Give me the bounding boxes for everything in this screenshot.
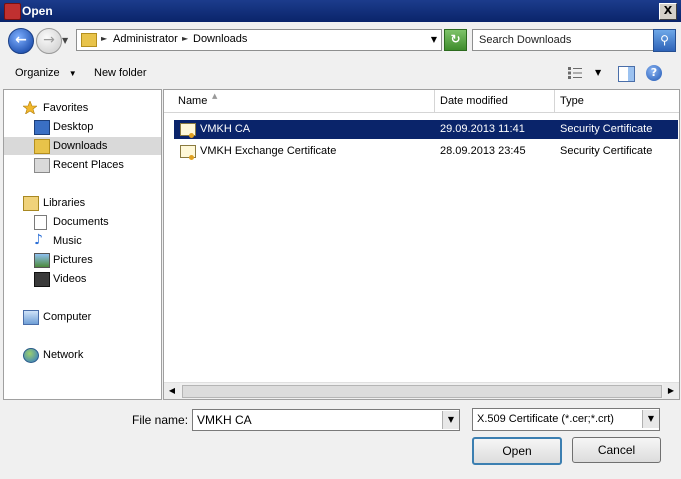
sidebar-item-label: Libraries	[43, 197, 86, 209]
sidebar-item-documents[interactable]: Documents	[4, 213, 161, 231]
file-name-dropdown-icon[interactable]: ▼	[442, 411, 459, 429]
music-icon: ♪	[34, 232, 43, 248]
file-name-label: File name:	[132, 413, 189, 427]
close-button[interactable]: X	[659, 3, 677, 20]
file-list: Name ▲ Date modified Type VMKH CA 29.09.…	[163, 89, 680, 400]
sidebar-item-label: Desktop	[53, 121, 94, 133]
sidebar-item-videos[interactable]: Videos	[4, 270, 161, 288]
sidebar-item-label: Videos	[53, 273, 87, 285]
file-row-vmkh-exchange-certificate[interactable]: VMKH Exchange Certificate 28.09.2013 23:…	[174, 142, 678, 161]
file-name-input[interactable]: VMKH CA ▼	[192, 409, 460, 431]
file-type: Security Certificate	[560, 145, 653, 157]
file-name: VMKH CA	[200, 123, 251, 135]
file-name-value: VMKH CA	[197, 413, 252, 427]
sidebar-item-computer[interactable]: Computer	[4, 308, 161, 326]
sidebar-item-network[interactable]: Network	[4, 346, 161, 364]
recent-places-icon	[34, 158, 50, 173]
app-icon	[4, 3, 21, 20]
sidebar-item-label: Computer	[43, 311, 92, 323]
help-icon[interactable]: ?	[646, 65, 662, 81]
sidebar-item-music[interactable]: ♪ Music	[4, 232, 161, 250]
file-date: 28.09.2013 23:45	[440, 145, 526, 157]
sidebar-item-label: Music	[53, 235, 82, 247]
command-bar: Organize ▼ New folder ▼ ?	[0, 60, 681, 88]
address-dropdown-icon[interactable]: ▼	[431, 35, 437, 44]
recent-locations-dropdown[interactable]: ▼	[62, 36, 68, 45]
cancel-button[interactable]: Cancel	[572, 437, 661, 463]
back-button[interactable]: ←	[8, 28, 34, 54]
documents-icon	[34, 215, 47, 230]
column-header-date[interactable]: Date modified	[434, 90, 555, 112]
organize-button[interactable]: Organize ▼	[15, 67, 77, 79]
file-type-filter-value: X.509 Certificate (*.cer;*.crt)	[477, 413, 614, 425]
chevron-right-icon[interactable]: ►	[182, 34, 188, 43]
file-row-vmkh-ca[interactable]: VMKH CA 29.09.2013 11:41 Security Certif…	[174, 120, 678, 139]
certificate-icon	[180, 145, 196, 160]
network-icon	[23, 348, 39, 363]
column-header-row: Name ▲ Date modified Type	[164, 90, 679, 113]
file-name: VMKH Exchange Certificate	[200, 145, 337, 157]
videos-icon	[34, 272, 50, 287]
address-bar[interactable]: ► Administrator ► Downloads ▼	[76, 29, 442, 51]
folder-icon	[81, 33, 97, 47]
chevron-down-icon: ▼	[68, 69, 77, 78]
column-header-label: Name	[178, 95, 208, 107]
view-dropdown-icon[interactable]: ▼	[595, 68, 601, 77]
search-icon[interactable]: ⚲	[653, 29, 676, 52]
navigation-pane: Favorites Desktop Downloads Recent Place…	[3, 89, 162, 400]
pictures-icon	[34, 253, 50, 268]
sidebar-item-label: Network	[43, 349, 84, 361]
breadcrumb-downloads[interactable]: Downloads	[193, 33, 247, 45]
sort-up-icon: ▲	[212, 92, 218, 100]
navigation-bar: ← → ▼ ► Administrator ► Downloads ▼ ↻ Se…	[0, 24, 681, 58]
column-header-name[interactable]: Name ▲	[172, 90, 435, 112]
forward-button[interactable]: →	[36, 28, 62, 54]
file-type: Security Certificate	[560, 123, 653, 135]
column-header-label: Date modified	[440, 95, 508, 107]
computer-icon	[23, 310, 39, 325]
organize-label: Organize	[15, 67, 60, 79]
file-date: 29.09.2013 11:41	[440, 123, 525, 135]
search-placeholder: Search Downloads	[479, 34, 572, 46]
breadcrumb-administrator[interactable]: Administrator	[113, 33, 178, 45]
view-options-icon[interactable]	[568, 67, 582, 79]
scroll-right-icon[interactable]: ▶	[663, 383, 679, 399]
sidebar-item-desktop[interactable]: Desktop	[4, 118, 161, 136]
scroll-left-icon[interactable]: ◀	[164, 383, 180, 399]
libraries-icon	[23, 196, 39, 211]
sidebar-item-label: Favorites	[43, 102, 89, 114]
horizontal-scrollbar[interactable]: ◀ ▶	[164, 382, 679, 399]
open-button[interactable]: Open	[472, 437, 562, 465]
sidebar-item-downloads[interactable]: Downloads	[4, 137, 161, 155]
desktop-icon	[34, 120, 50, 135]
refresh-button[interactable]: ↻	[444, 29, 467, 51]
window-title: Open	[22, 4, 53, 18]
filter-dropdown-icon[interactable]: ▼	[642, 410, 659, 428]
column-header-type[interactable]: Type	[554, 90, 678, 112]
downloads-folder-icon	[34, 139, 50, 154]
search-input[interactable]: Search Downloads	[472, 29, 654, 51]
sidebar-item-recent-places[interactable]: Recent Places	[4, 156, 161, 174]
sidebar-item-label: Documents	[53, 216, 109, 228]
sidebar-item-pictures[interactable]: Pictures	[4, 251, 161, 269]
file-type-filter-select[interactable]: X.509 Certificate (*.cer;*.crt) ▼	[472, 408, 660, 431]
sidebar-item-label: Pictures	[53, 254, 93, 266]
chevron-right-icon[interactable]: ►	[101, 34, 107, 43]
scroll-thumb[interactable]	[182, 385, 662, 398]
sidebar-item-label: Recent Places	[53, 159, 124, 171]
star-icon	[23, 101, 37, 114]
sidebar-item-libraries[interactable]: Libraries	[4, 194, 161, 212]
preview-pane-icon[interactable]	[618, 66, 635, 82]
new-folder-button[interactable]: New folder	[94, 67, 147, 79]
sidebar-item-label: Downloads	[53, 140, 108, 152]
certificate-icon	[180, 123, 196, 138]
title-bar: Open X	[0, 0, 681, 22]
sidebar-item-favorites[interactable]: Favorites	[4, 99, 161, 117]
column-header-label: Type	[560, 95, 584, 107]
